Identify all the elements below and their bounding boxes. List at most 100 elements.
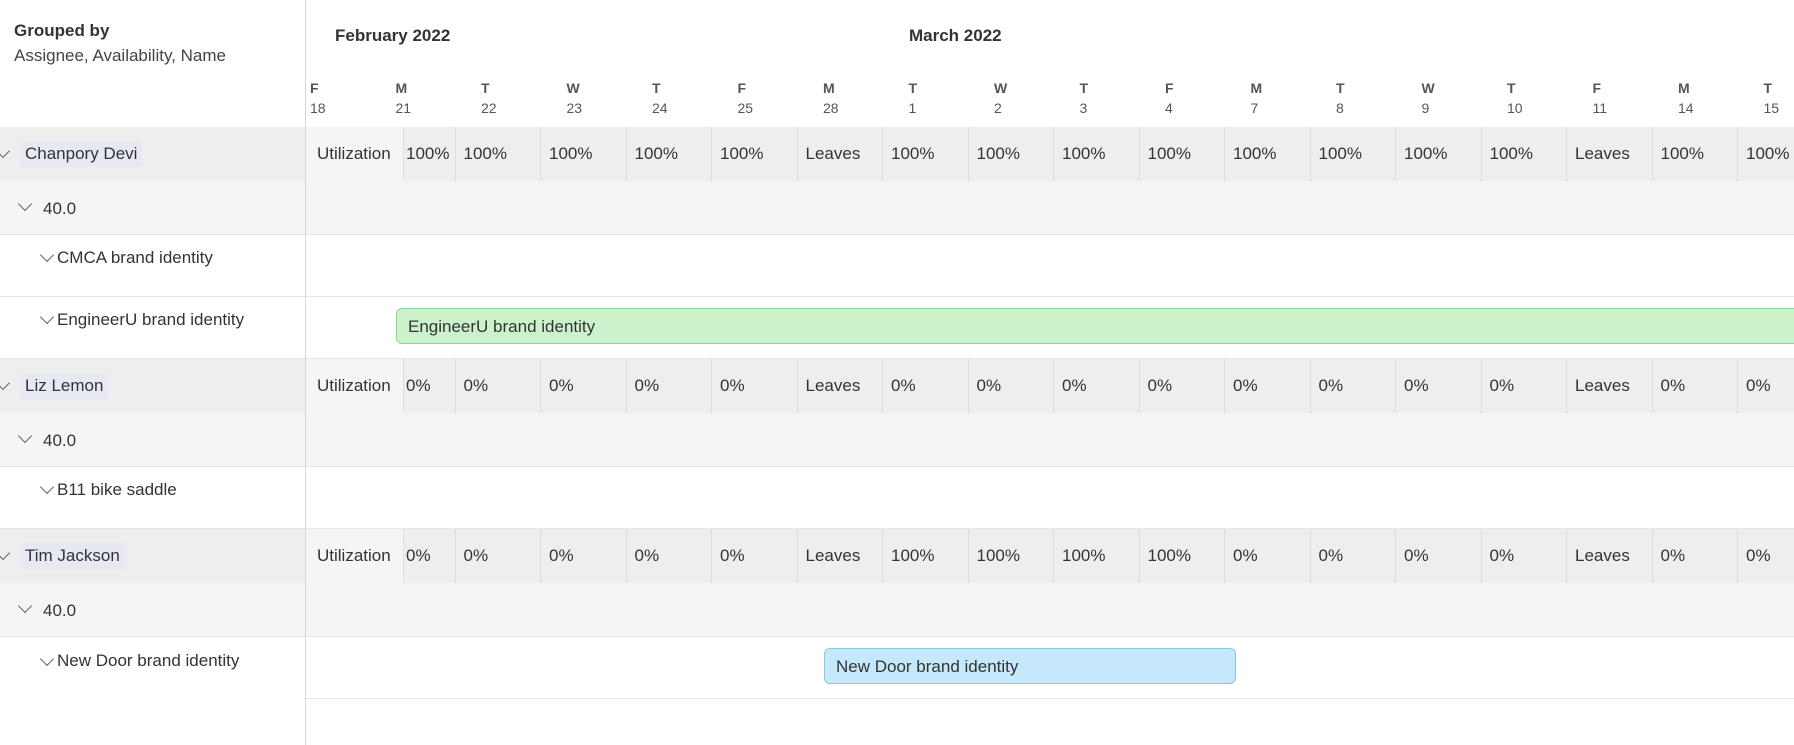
utilization-cell: 0% — [1737, 529, 1794, 583]
utilization-cell: 100% — [1053, 127, 1139, 181]
utilization-cell: 100% — [967, 529, 1054, 583]
day-column-header: T 10 — [1507, 78, 1547, 118]
day-column-header: M 28 — [823, 78, 863, 118]
day-column-header: T3 — [1080, 78, 1120, 118]
utilization-cell: 0% — [711, 359, 797, 413]
day-number: 25 — [737, 100, 754, 116]
day-column-header: F4 — [1165, 78, 1205, 118]
day-number: 21 — [395, 100, 412, 116]
month-label: February 2022 — [335, 26, 451, 45]
day-number: 9 — [1421, 100, 1430, 116]
utilization-cell: 100% — [882, 529, 968, 583]
utilization-cell: Leaves — [1566, 529, 1652, 583]
chevron-down-icon[interactable] — [17, 428, 33, 444]
day-column-header: T1 — [909, 78, 949, 118]
utilization-cell: 0% — [1309, 529, 1396, 583]
project-bar[interactable]: EngineerU brand identity — [396, 308, 1794, 344]
utilization-cell: 100% — [454, 127, 541, 181]
chevron-down-icon[interactable] — [17, 598, 33, 614]
person-group-header[interactable]: Chanpory Devi — [0, 127, 305, 181]
day-number: 11 — [1592, 100, 1608, 116]
hours-group-header[interactable]: 40.0 — [0, 181, 305, 235]
project-bar[interactable]: New Door brand identity — [824, 648, 1236, 684]
day-number: 18 — [310, 100, 326, 116]
grouping-panel: Grouped by Assignee, Availability, Name … — [0, 0, 306, 745]
person-group-header[interactable]: Liz Lemon — [0, 359, 305, 413]
chevron-down-icon[interactable] — [0, 545, 11, 561]
person-group-header[interactable]: Tim Jackson — [0, 529, 305, 583]
day-column-header: T8 — [1336, 78, 1376, 118]
utilization-cell: 100% — [540, 127, 626, 181]
day-number: 14 — [1678, 100, 1694, 116]
hours-value: 40.0 — [43, 601, 77, 620]
utilization-cell: 0% — [1395, 529, 1481, 583]
utilization-cell: 0% — [1480, 359, 1567, 413]
day-number: 22 — [481, 100, 497, 116]
project-row[interactable]: EngineerU brand identity — [0, 297, 305, 359]
chevron-down-icon[interactable] — [39, 247, 55, 263]
project-name: EngineerU brand identity — [57, 310, 245, 329]
utilization-cell: Leaves — [1566, 359, 1652, 413]
day-of-week: T — [1079, 80, 1089, 96]
timeline-grid: February 2022 March 2022 F 18 M 21 T 22 W 23 T 24… — [306, 0, 1794, 745]
day-column-header: W2 — [994, 78, 1034, 118]
chevron-down-icon[interactable] — [39, 479, 55, 495]
utilization-cell: 100% — [882, 127, 968, 181]
utilization-cell: 100% — [1053, 529, 1139, 583]
hours-group-header[interactable]: 40.0 — [0, 413, 305, 467]
utilization-cell: 100% — [1480, 127, 1567, 181]
day-of-week: W — [566, 80, 580, 96]
grouped-by-value[interactable]: Assignee, Availability, Name — [14, 46, 226, 66]
chevron-down-icon[interactable] — [0, 143, 11, 159]
utilization-cell: 0% — [1480, 529, 1567, 583]
hours-value: 40.0 — [43, 431, 77, 450]
project-row[interactable]: B11 bike saddle — [0, 467, 305, 529]
utilization-cell: 100% — [711, 127, 797, 181]
chevron-down-icon[interactable] — [39, 651, 55, 667]
utilization-cell: 100% — [1395, 127, 1481, 181]
day-number: 23 — [566, 100, 583, 116]
utilization-cell: 0% — [1138, 359, 1225, 413]
day-of-week: F — [1592, 80, 1602, 96]
day-of-week: F — [1165, 80, 1174, 96]
person-name: Liz Lemon — [20, 373, 109, 399]
day-column-header: F 18 — [310, 78, 350, 118]
utilization-cell: 100% — [1651, 127, 1738, 181]
utilization-cell: 0% — [1651, 359, 1738, 413]
utilization-cell: Leaves — [796, 529, 883, 583]
project-row[interactable]: New Door brand identity — [0, 637, 305, 691]
day-number: 24 — [652, 100, 668, 116]
day-number: 7 — [1250, 100, 1259, 116]
utilization-cell: Leaves — [796, 359, 883, 413]
utilization-cell: 100% — [1737, 127, 1794, 181]
utilization-cell: 0% — [882, 359, 968, 413]
utilization-cell: 0% — [540, 359, 626, 413]
day-number: 15 — [1763, 100, 1780, 116]
project-row[interactable]: CMCA brand identity — [0, 235, 305, 297]
day-of-week: M — [1250, 80, 1263, 96]
utilization-cell: 0% — [711, 529, 797, 583]
utilization-cell: 100% — [967, 127, 1054, 181]
utilization-cell: 100% — [625, 127, 712, 181]
day-number: 28 — [823, 100, 839, 116]
utilization-cell: 0% — [625, 529, 712, 583]
chevron-down-icon[interactable] — [39, 309, 55, 325]
day-of-week: T — [1763, 80, 1773, 96]
utilization-cell: 100% — [1309, 127, 1396, 181]
day-of-week: T — [1336, 80, 1345, 96]
utilization-cell: 100% — [1224, 127, 1310, 181]
day-number: 1 — [908, 100, 917, 116]
person-name: Chanpory Devi — [20, 141, 143, 167]
utilization-cell: 0% — [1053, 359, 1139, 413]
day-number: 4 — [1165, 100, 1173, 116]
hours-group-header[interactable]: 40.0 — [0, 583, 305, 637]
utilization-cell: 100% — [1138, 529, 1225, 583]
person-name: Tim Jackson — [20, 543, 125, 569]
project-name: New Door brand identity — [57, 651, 240, 670]
chevron-down-icon[interactable] — [0, 375, 11, 391]
hours-value: 40.0 — [43, 199, 77, 218]
chevron-down-icon[interactable] — [17, 196, 33, 212]
utilization-cell: 0% — [1309, 359, 1396, 413]
day-column-header: W 23 — [567, 78, 607, 118]
day-number: 10 — [1507, 100, 1523, 116]
